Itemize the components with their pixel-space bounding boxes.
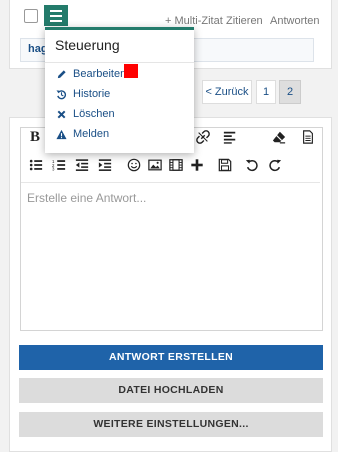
submit-reply-button[interactable]: ANTWORT ERSTELLEN [19,345,323,370]
menu-item-label: Melden [73,128,110,140]
upload-file-button[interactable]: DATEI HOCHLADEN [19,378,323,403]
bold-icon[interactable]: B [26,128,44,146]
menu-divider [45,62,194,63]
highlight-marker [124,64,138,78]
post-select-checkbox[interactable] [24,9,38,23]
link-icon[interactable] [194,128,212,146]
image-icon[interactable] [146,156,164,174]
menu-item-delete[interactable]: Löschen [56,106,115,122]
pagination-prev[interactable]: < Zurück [202,80,252,104]
history-icon [56,89,67,99]
eraser-icon[interactable] [270,128,288,146]
svg-text:3: 3 [52,167,55,172]
menu-title: Steuerung [55,37,120,53]
menu-item-label: Bearbeiten [73,68,127,80]
quote-link[interactable]: Zitieren [226,15,263,27]
redo-icon[interactable] [266,156,284,174]
save-icon[interactable] [216,156,234,174]
source-icon[interactable] [299,128,317,146]
align-icon[interactable] [221,128,239,146]
editor-placeholder: Erstelle eine Antwort... [27,191,147,205]
multi-quote-link[interactable]: + Multi-Zitat [165,15,223,27]
menu-item-report[interactable]: Melden [56,126,109,142]
numbered-list-icon[interactable]: 123 [50,156,68,174]
bullet-list-icon[interactable] [27,156,45,174]
menu-item-label: Historie [73,88,111,100]
smiley-icon[interactable] [125,156,143,174]
indent-icon[interactable] [96,156,114,174]
menu-item-edit[interactable]: Bearbeiten [56,66,126,82]
menu-item-label: Löschen [73,108,115,120]
editor-toolbar-row-2: 123 [21,156,320,183]
pencil-icon [57,69,66,78]
pagination-page-1[interactable]: 1 [256,80,276,104]
insert-icon[interactable] [188,156,206,174]
warning-icon [56,129,67,139]
undo-icon[interactable] [243,156,261,174]
post-menu-button[interactable] [44,5,68,26]
media-icon[interactable] [167,156,185,174]
menu-item-history[interactable]: Historie [56,86,110,102]
more-settings-button[interactable]: WEITERE EINSTELLUNGEN... [19,412,323,437]
pagination-page-2[interactable]: 2 [279,80,301,104]
reply-link[interactable]: Antworten [270,15,320,27]
outdent-icon[interactable] [73,156,91,174]
delete-icon [57,110,66,118]
